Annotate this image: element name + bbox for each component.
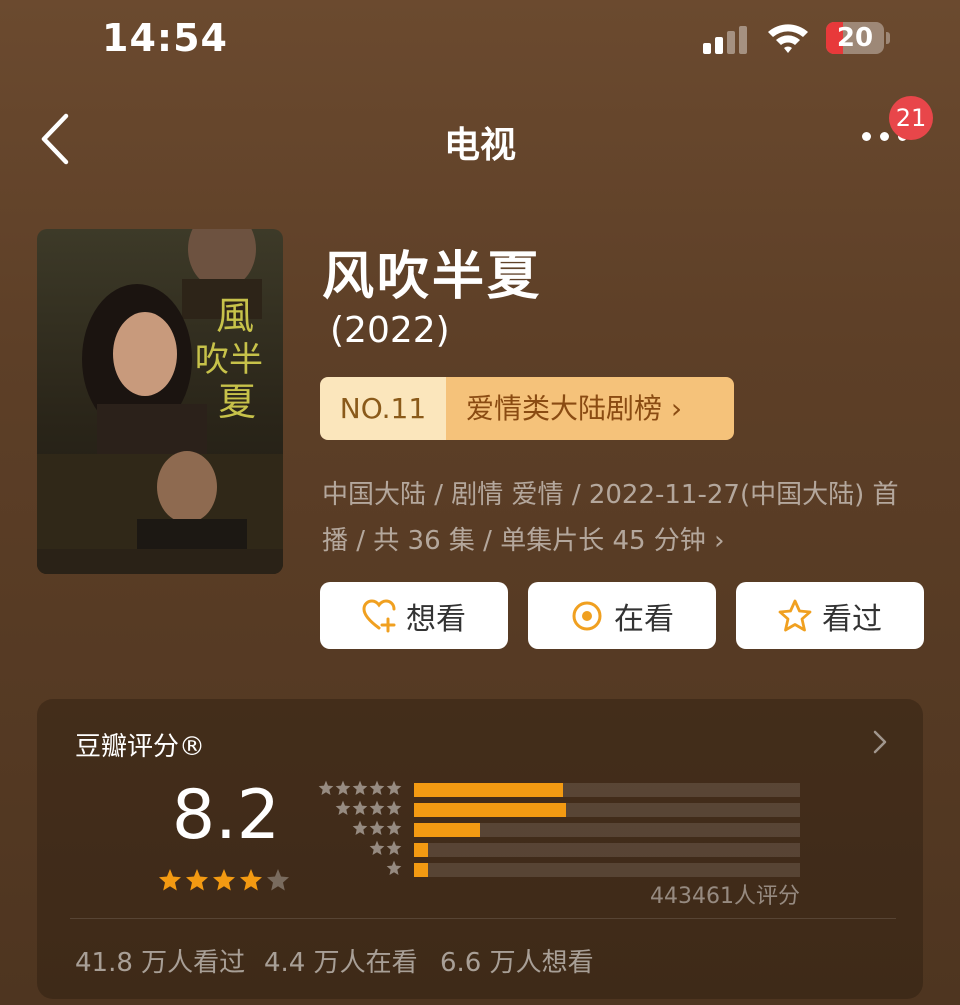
cellular-signal-icon	[703, 26, 751, 54]
watching-button[interactable]: 在看	[528, 582, 716, 649]
rank-number: NO.11	[320, 377, 446, 440]
rating-row-3-star	[314, 820, 804, 840]
show-title: 风吹半夏	[322, 247, 543, 307]
rating-bar-track	[414, 823, 800, 837]
star-label	[386, 860, 402, 880]
rank-badge[interactable]: NO.11 爱情类大陆剧榜 ›	[320, 377, 734, 440]
target-icon	[572, 601, 602, 630]
star-icon	[369, 840, 385, 855]
show-year: (2022)	[330, 310, 450, 351]
rating-bar-track	[414, 783, 800, 797]
rating-bar-track	[414, 863, 800, 877]
star-icon	[352, 800, 368, 815]
star-filled-icon	[240, 869, 262, 891]
page-title: 电视	[443, 125, 516, 166]
star-icon	[386, 840, 402, 855]
star-label	[335, 800, 402, 820]
star-label	[318, 780, 402, 800]
chevron-right-icon[interactable]	[873, 730, 887, 754]
rating-bar-track	[414, 803, 800, 817]
rating-label: 豆瓣评分®	[75, 732, 206, 762]
star-icon	[386, 820, 402, 835]
battery-level: 20	[836, 23, 874, 53]
svg-text:夏: 夏	[218, 380, 256, 424]
watching-count: 4.4 万人在看	[264, 948, 418, 978]
rating-row-4-star	[314, 800, 804, 820]
status-time: 14:54	[102, 16, 228, 60]
star-filled-icon	[159, 869, 181, 891]
rating-bar-track	[414, 843, 800, 857]
svg-text:吹半: 吹半	[195, 340, 263, 380]
star-empty-icon	[267, 869, 289, 891]
divider	[70, 918, 896, 919]
rating-distribution	[314, 780, 804, 880]
star-icon	[386, 800, 402, 815]
watched-count: 41.8 万人看过	[75, 948, 246, 978]
heart-plus-icon	[362, 598, 396, 632]
want-count: 6.6 万人想看	[440, 948, 594, 978]
star-filled-icon	[213, 869, 235, 891]
star-filled-icon	[186, 869, 208, 891]
rank-category: 爱情类大陆剧榜 ›	[446, 377, 734, 440]
rating-bar-fill	[414, 863, 428, 877]
meta-line-1: 中国大陆 / 剧情 爱情 / 2022-11-27(中国大陆) 首	[322, 480, 899, 510]
battery-icon: 20	[826, 22, 890, 56]
star-icon	[352, 780, 368, 795]
watched-label: 看过	[822, 601, 882, 637]
rating-score: 8.2	[171, 776, 281, 855]
star-icon	[386, 780, 402, 795]
more-dots-icon	[862, 132, 871, 141]
rating-bar-fill	[414, 803, 567, 817]
meta-line-2: 播 / 共 36 集 / 单集片长 45 分钟 ›	[322, 526, 725, 556]
star-icon	[369, 800, 385, 815]
rating-bar-fill	[414, 823, 480, 837]
star-icon	[369, 780, 385, 795]
star-icon	[369, 820, 385, 835]
star-icon	[335, 780, 351, 795]
rating-bar-fill	[414, 843, 428, 857]
watched-button[interactable]: 看过	[736, 582, 924, 649]
star-label	[352, 820, 402, 840]
rating-row-1-star	[314, 860, 804, 880]
watching-label: 在看	[614, 601, 674, 637]
star-icon	[386, 860, 402, 875]
svg-text:風: 風	[216, 294, 254, 338]
star-icon	[352, 820, 368, 835]
rating-row-5-star	[314, 780, 804, 800]
rating-count: 443461人评分	[650, 884, 800, 909]
star-label	[369, 840, 402, 860]
star-icon	[335, 800, 351, 815]
star-icon	[318, 780, 334, 795]
rating-row-2-star	[314, 840, 804, 860]
wifi-icon	[766, 20, 810, 54]
rating-stars	[158, 868, 293, 892]
rating-bar-fill	[414, 783, 563, 797]
notification-badge: 21	[889, 96, 933, 140]
poster-image[interactable]: 風 吹半 夏	[37, 229, 283, 574]
star-outline-icon	[778, 599, 812, 631]
want-label: 想看	[406, 601, 466, 637]
show-meta[interactable]: 中国大陆 / 剧情 爱情 / 2022-11-27(中国大陆) 首 播 / 共 …	[322, 472, 912, 564]
want-to-watch-button[interactable]: 想看	[320, 582, 508, 649]
